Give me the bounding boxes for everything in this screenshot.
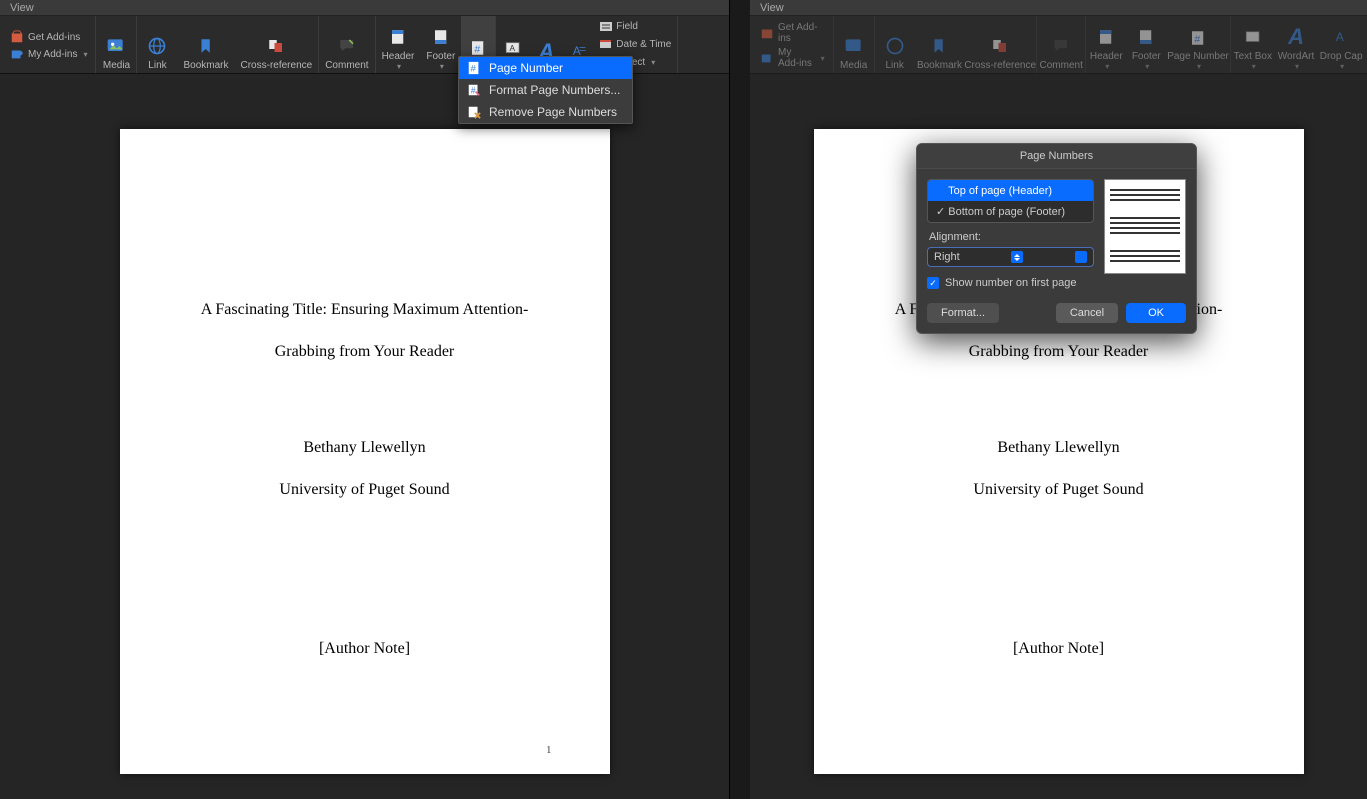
svg-text:A: A [1336,30,1344,44]
page-preview [1104,179,1186,274]
position-dropdown[interactable]: ✓ Top of page (Header) Bottom of page (F… [927,179,1094,223]
wordart-icon: A [1286,27,1306,47]
cancel-button[interactable]: Cancel [1056,303,1118,323]
get-addins-button-r[interactable]: Get Add-ins [760,22,825,44]
crossref-icon [990,37,1010,55]
media-icon [106,35,126,57]
opt-top-header[interactable]: ✓ Top of page (Header) [928,180,1093,201]
bookmark-button-r[interactable]: Bookmark [915,16,965,73]
footer-button-r[interactable]: Footer [1126,16,1166,73]
workspace: A Fascinating Title: Ensuring Maximum At… [0,74,729,799]
author-note-r: [Author Note] [869,640,1249,658]
svg-text:#: # [1194,34,1200,46]
doc-university-r: University of Puget Sound [869,469,1249,511]
field-icon [600,22,612,32]
check-icon: ✓ [927,277,939,289]
alignment-label: Alignment: [929,231,1094,243]
svg-text:#: # [471,86,476,96]
crossref-button[interactable]: Cross-reference [235,16,319,73]
header-button-r[interactable]: Header [1086,16,1126,73]
ok-button[interactable]: OK [1126,303,1186,323]
dropdown-page-number[interactable]: # Page Number [459,57,632,79]
left-window: View Get Add-ins My Add-ins Media Link B… [0,0,730,799]
show-first-page-checkbox[interactable]: ✓ Show number on first page [927,277,1094,289]
bookmark-icon [930,36,948,56]
comment-button[interactable]: Comment [319,16,374,73]
field-button[interactable]: Field [600,21,671,32]
footer-icon [1137,27,1155,47]
link-icon [885,36,905,56]
svg-text:#: # [470,64,476,75]
header-button[interactable]: Header [376,16,421,73]
page-number-footer: 1 [546,744,552,756]
footer-button[interactable]: Footer [420,16,461,73]
right-window: View Get Add-ins My Add-ins Media Link B… [750,0,1367,799]
my-addins-button-r[interactable]: My Add-ins [760,47,825,69]
textbox-button-r[interactable]: Text Box [1231,16,1275,73]
format-item-icon: # [467,83,481,97]
link-button[interactable]: Link [137,16,177,73]
remove-item-icon [467,105,481,119]
page-number-button-r[interactable]: #Page Number [1166,16,1230,73]
doc-author: Bethany Llewellyn [175,427,555,469]
select-arrows-icon [1011,251,1023,263]
crossref-button-r[interactable]: Cross-reference [964,16,1036,73]
doc-university: University of Puget Sound [175,469,555,511]
store-icon [760,26,774,40]
textbox-icon [1243,28,1263,46]
calendar-icon [600,39,612,49]
wordart-button-r[interactable]: AWordArt [1275,16,1317,73]
doc-title-line1: A Fascinating Title: Ensuring Maximum At… [175,289,555,331]
dropcap-icon: A [1331,29,1351,47]
doc-title-line2-r: Grabbing from Your Reader [869,331,1249,373]
comment-button-r[interactable]: Comment [1037,16,1085,73]
puzzle-icon [760,51,774,65]
addins-group: Get Add-ins My Add-ins [2,16,96,73]
titlebar: View [0,0,729,16]
media-button[interactable]: Media [96,16,136,73]
pagenum-item-icon: # [467,61,481,75]
footer-icon [432,27,450,47]
header-icon [389,27,407,47]
dropdown-format[interactable]: # Format Page Numbers... [459,79,632,101]
page-number-dropdown: # Page Number # Format Page Numbers... R… [458,56,633,124]
comment-icon [337,37,357,55]
puzzle-icon [10,47,24,61]
author-note: [Author Note] [175,640,555,658]
page-numbers-dialog: Page Numbers ✓ Top of page (Header) Bott… [916,143,1197,334]
textbox-icon: A [503,39,523,57]
ribbon-r: Get Add-ins My Add-ins Media Link Bookma… [750,16,1367,74]
format-button[interactable]: Format... [927,303,999,323]
bookmark-button[interactable]: Bookmark [177,16,234,73]
link-button-r[interactable]: Link [875,16,915,73]
pagenum-icon: # [469,38,487,58]
svg-text:A: A [510,44,516,53]
datetime-button[interactable]: Date & Time [600,39,671,50]
my-addins-button[interactable]: My Add-ins [10,47,87,61]
bookmark-icon [197,36,215,56]
store-icon [10,30,24,44]
document-page[interactable]: A Fascinating Title: Ensuring Maximum At… [120,129,610,774]
pagenum-icon: # [1189,28,1207,48]
get-addins-button[interactable]: Get Add-ins [10,30,80,44]
crossref-icon [266,37,286,55]
opt-bottom-footer[interactable]: Bottom of page (Footer) [928,201,1093,222]
dialog-title: Page Numbers [917,144,1196,169]
header-icon [1097,27,1115,47]
doc-author-r: Bethany Llewellyn [869,427,1249,469]
dropdown-remove[interactable]: Remove Page Numbers [459,101,632,123]
addins-group-r: Get Add-ins My Add-ins [752,16,834,73]
dropcap-button-r[interactable]: ADrop Cap [1317,16,1365,73]
svg-text:#: # [475,44,481,56]
titlebar-r: View [750,0,1367,16]
alignment-select[interactable]: Right [927,247,1094,267]
link-icon [147,36,167,56]
media-button-r[interactable]: Media [834,16,874,73]
media-icon [844,35,864,57]
doc-title-line2: Grabbing from Your Reader [175,331,555,373]
comment-icon [1051,37,1071,55]
